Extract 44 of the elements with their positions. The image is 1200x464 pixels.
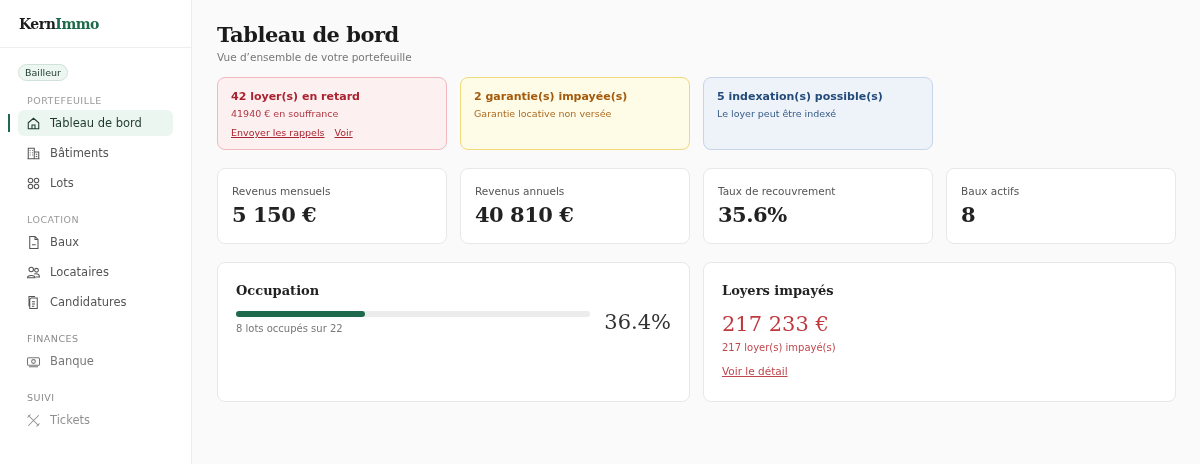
alert-text: Garantie locative non versée xyxy=(474,108,613,119)
stat-label: Revenus mensuels xyxy=(232,185,332,197)
stat-value: 5 150 € xyxy=(232,202,318,227)
unpaid-amount: 217 233 € xyxy=(722,312,830,336)
home-icon xyxy=(26,115,41,131)
nav-item[interactable]: Candidatures xyxy=(18,289,173,315)
stat-label: Taux de recouvrement xyxy=(718,185,837,197)
users-icon xyxy=(26,264,41,280)
tools-icon xyxy=(26,412,41,428)
occupation-caption: 8 lots occupés sur 22 xyxy=(236,322,344,334)
unpaid-count: 217 loyer(s) impayé(s) xyxy=(722,342,837,353)
grid-icon xyxy=(26,175,41,191)
alert-title: 42 loyer(s) en retard xyxy=(231,90,361,103)
nav-item[interactable]: Banque xyxy=(18,348,173,374)
alert-link[interactable]: Voir xyxy=(334,127,353,138)
page-subtitle: Vue d’ensemble de votre portefeuille xyxy=(217,51,413,63)
building-icon xyxy=(26,145,41,161)
stat-value: 35.6% xyxy=(718,202,788,227)
section-heading: SUIVI xyxy=(27,392,55,403)
role-badge: Bailleur xyxy=(18,64,69,81)
section-heading: FINANCES xyxy=(27,333,79,344)
alert-title: 5 indexation(s) possible(s) xyxy=(717,90,884,103)
stat-value: 40 810 € xyxy=(475,202,575,227)
logo: KernImmo xyxy=(19,15,99,32)
occupation-percent: 36.4% xyxy=(604,310,671,334)
card-title: Occupation xyxy=(236,283,321,298)
alert-title: 2 garantie(s) impayée(s) xyxy=(474,90,629,103)
section-heading: LOCATION xyxy=(27,214,79,225)
alert-text: 41940 € en souffrance xyxy=(231,108,340,119)
stat-label: Baux actifs xyxy=(961,185,1021,197)
nav-item[interactable]: Bâtiments xyxy=(18,140,173,166)
card-title: Loyers impayés xyxy=(722,283,835,298)
stat-value: 8 xyxy=(961,202,977,227)
alert-link[interactable]: Envoyer les rappels xyxy=(231,127,325,138)
nav-item[interactable]: Locataires xyxy=(18,259,173,285)
nav-item[interactable]: Lots xyxy=(18,170,173,196)
nav-item[interactable]: Baux xyxy=(18,229,173,255)
stat-label: Revenus annuels xyxy=(475,185,566,197)
detail-link[interactable]: Voir le détail xyxy=(722,365,788,377)
section-heading: PORTEFEUILLE xyxy=(27,95,102,106)
alert-text: Le loyer peut être indexé xyxy=(717,108,838,119)
page-title: Tableau de bord xyxy=(217,22,400,47)
document-icon xyxy=(26,234,41,250)
files-icon xyxy=(26,294,41,310)
